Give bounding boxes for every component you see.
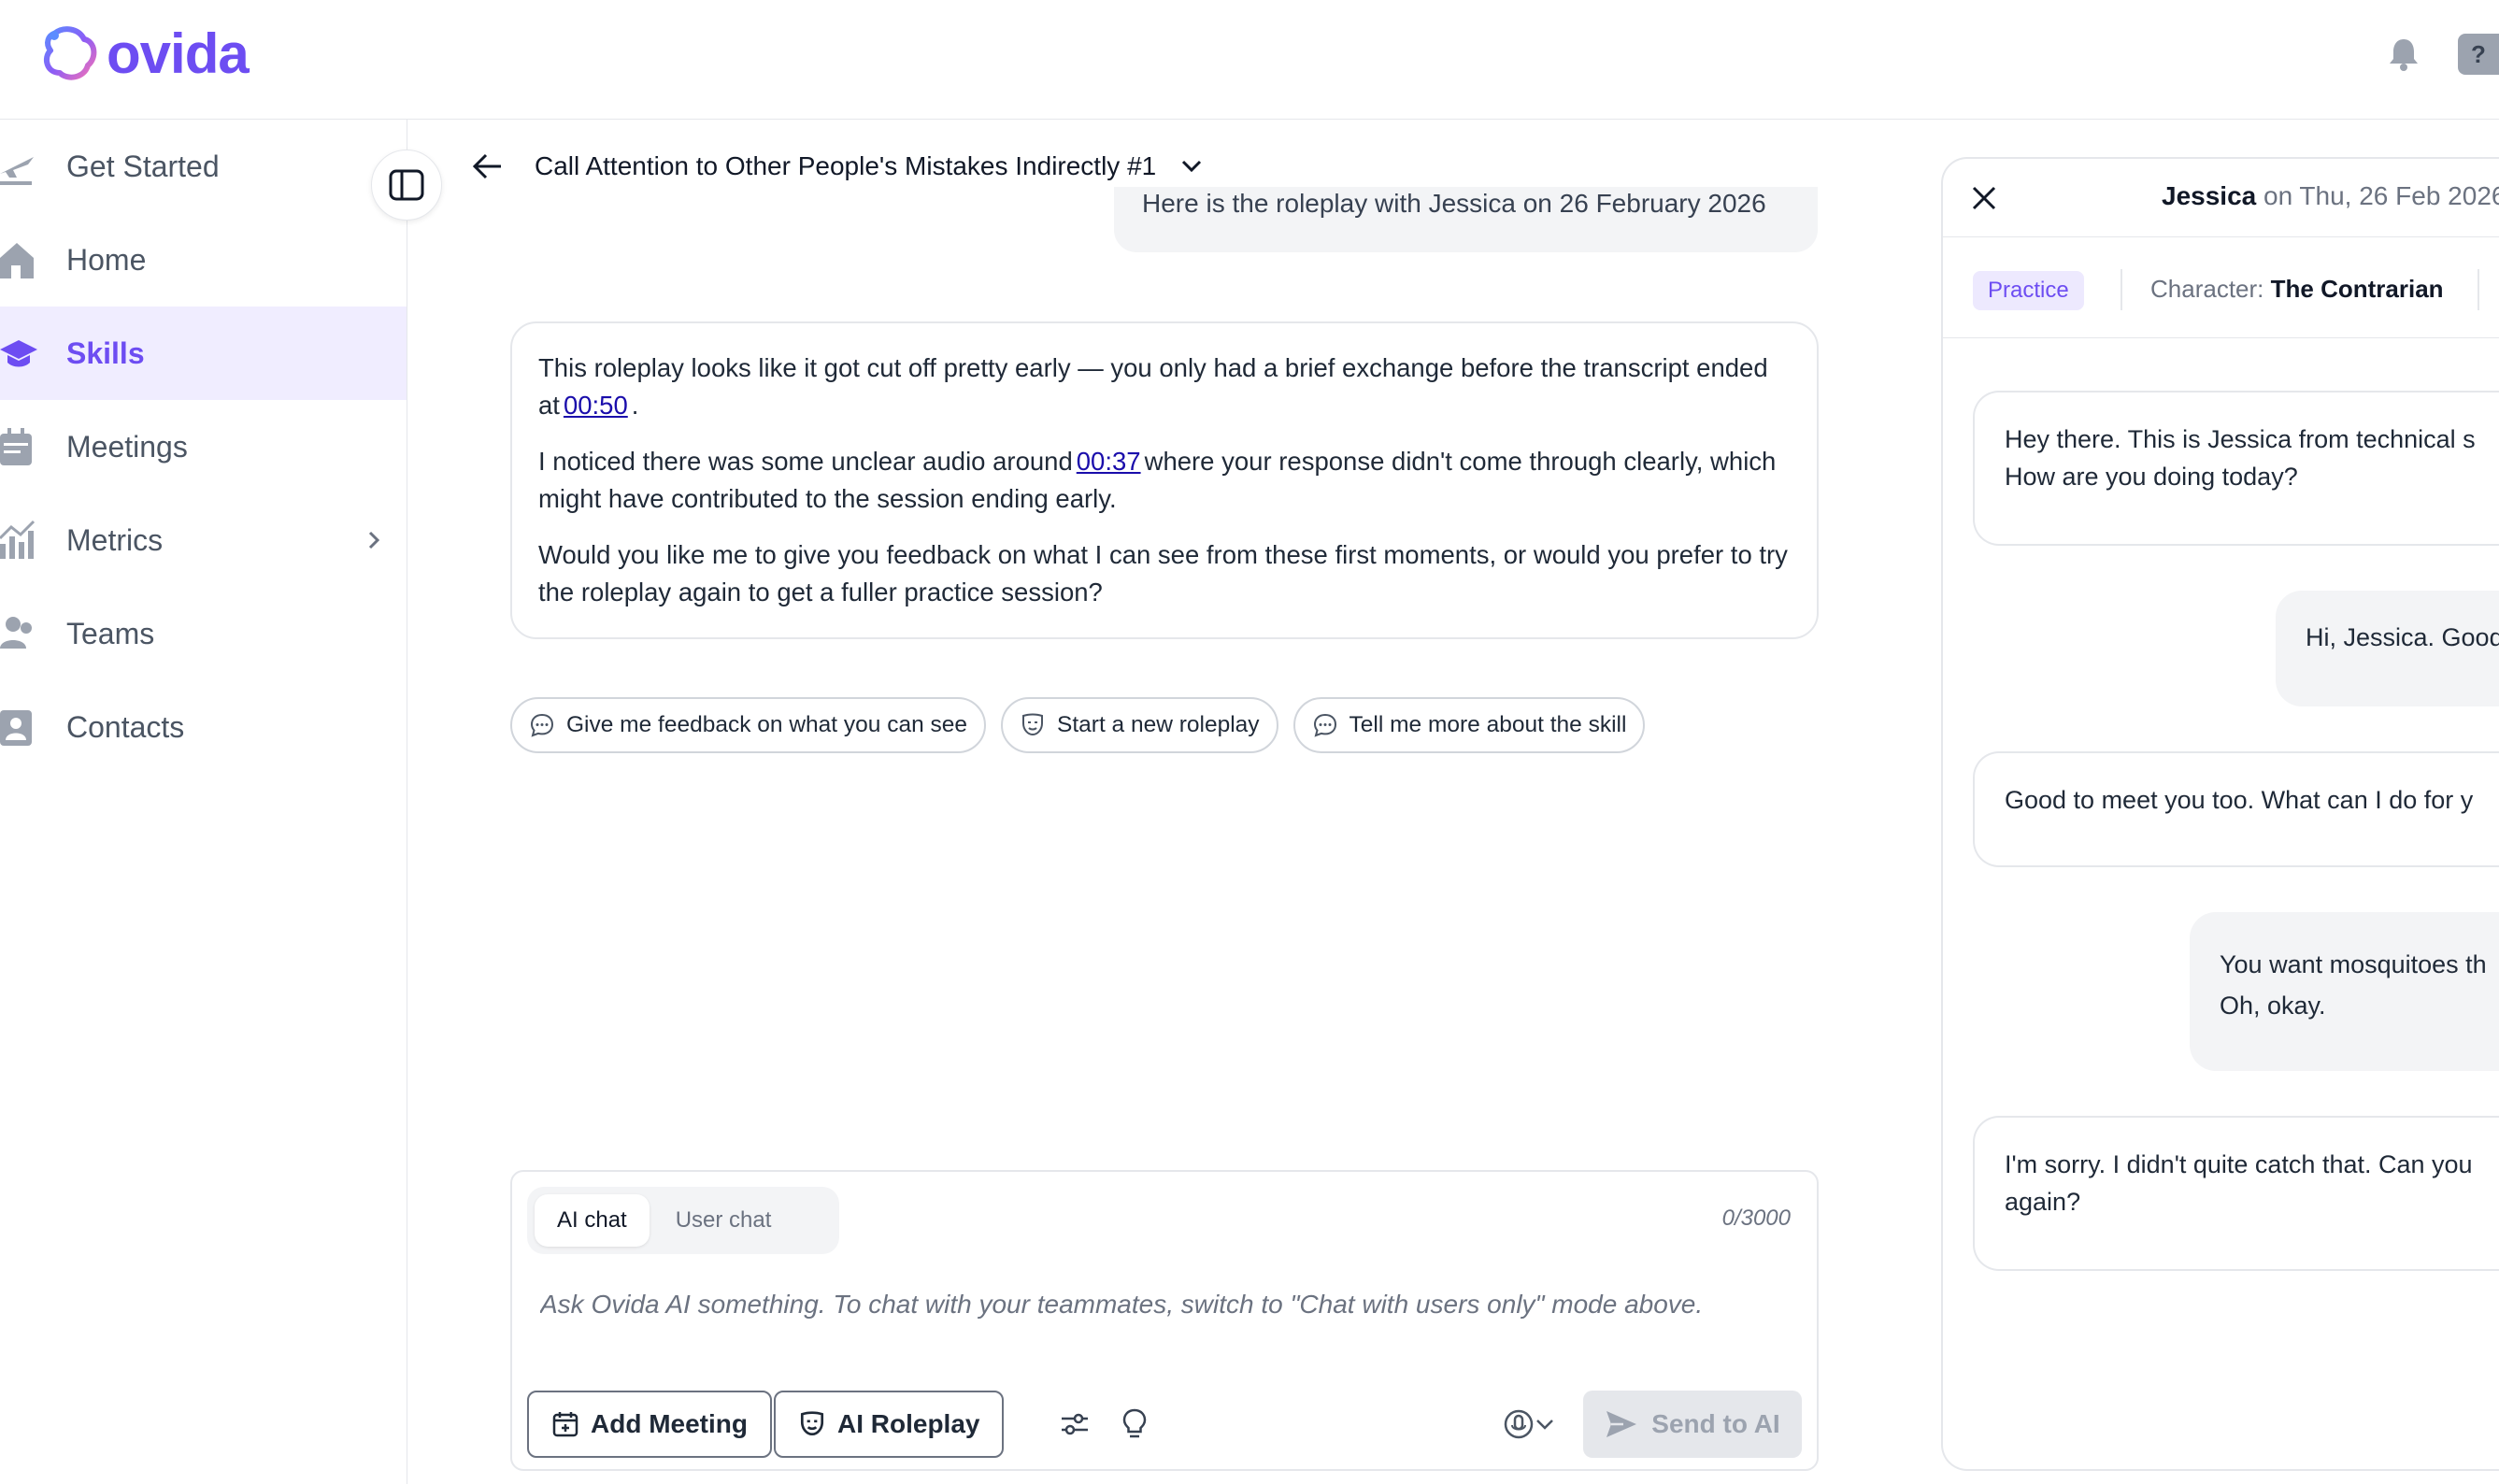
meta-divider — [2121, 269, 2122, 310]
sidebar-item-label: Get Started — [66, 149, 220, 183]
voice-input-dropdown[interactable] — [1493, 1406, 1564, 1443]
transcript-message: I'm sorry. I didn't quite catch that. Ca… — [1973, 1116, 2499, 1271]
plane-icon — [0, 157, 34, 185]
previous-message-bubble: Here is the roleplay with Jessica on 26 … — [1114, 187, 1818, 252]
previous-message-text: Here is the roleplay with Jessica on 26 … — [1142, 189, 1766, 218]
chevron-right-icon — [368, 531, 380, 549]
brand-name: ovida — [107, 22, 250, 85]
close-icon[interactable] — [1967, 181, 2001, 215]
sidebar-item-home[interactable]: Home — [0, 213, 407, 307]
lightbulb-icon[interactable] — [1116, 1406, 1153, 1443]
transcript-panel: Jessica on Thu, 26 Feb 2026 Practice Cha… — [1941, 157, 2499, 1471]
users-icon — [0, 617, 32, 649]
ai-message-paragraph: I noticed there was some unclear audio a… — [538, 447, 1777, 513]
conversation-title[interactable]: Call Attention to Other People's Mistake… — [535, 151, 1156, 181]
chat-mode-toggle: AI chat User chat — [527, 1187, 839, 1254]
sidebar-item-meetings[interactable]: Meetings — [0, 400, 407, 493]
timestamp-link-0037[interactable]: 00:37 — [1077, 447, 1141, 476]
sidebar: Get Started Home Skills Meetings Metrics… — [0, 120, 407, 1484]
chat-bubble-icon — [1313, 713, 1336, 737]
theater-mask-icon — [800, 1411, 824, 1436]
sidebar-item-contacts[interactable]: Contacts — [0, 680, 407, 774]
notifications-bell-icon[interactable] — [2383, 34, 2424, 75]
suggestion-skill-info-button[interactable]: Tell me more about the skill — [1292, 697, 1646, 753]
sidebar-item-skills[interactable]: Skills — [0, 307, 407, 400]
send-icon — [1606, 1411, 1637, 1437]
sidebar-item-get-started[interactable]: Get Started — [0, 120, 407, 213]
sidebar-item-label: Teams — [66, 616, 155, 650]
message-input[interactable] — [540, 1277, 1792, 1333]
ai-message: This roleplay looks like it got cut off … — [510, 321, 1819, 639]
settings-sliders-icon[interactable] — [1056, 1406, 1093, 1443]
back-arrow-icon[interactable] — [467, 146, 508, 187]
practice-badge: Practice — [1973, 271, 2084, 310]
chat-bubble-icon — [530, 713, 554, 737]
calendar-icon — [0, 428, 32, 465]
add-meeting-button[interactable]: Add Meeting — [527, 1391, 772, 1458]
ai-chat-tab[interactable]: AI chat — [535, 1194, 650, 1247]
sidebar-item-label: Metrics — [66, 522, 164, 557]
chevron-down-icon — [1536, 1420, 1553, 1430]
ai-message-paragraph: This roleplay looks like it got cut off … — [538, 353, 1768, 420]
sidebar-item-label: Home — [66, 242, 147, 277]
send-to-ai-button[interactable]: Send to AI — [1583, 1391, 1802, 1458]
sidebar-item-label: Meetings — [66, 429, 188, 464]
sidebar-item-label: Contacts — [66, 709, 185, 744]
ai-message-paragraph: Would you like me to give you feedback o… — [538, 540, 1788, 606]
transcript-header: Jessica on Thu, 26 Feb 2026 — [1943, 159, 2499, 237]
sidebar-item-metrics[interactable]: Metrics — [0, 493, 407, 587]
character-info: Character: The Contrarian — [2150, 275, 2444, 303]
suggestion-chips: Give me feedback on what you can see Sta… — [510, 697, 1646, 753]
sidebar-item-label: Skills — [66, 335, 145, 370]
timestamp-link-0050[interactable]: 00:50 — [564, 391, 628, 420]
transcript-message: You want mosquitoes th Oh, okay. — [2190, 912, 2499, 1071]
transcript-message: Hey there. This is Jessica from technica… — [1973, 391, 2499, 546]
graduation-cap-icon — [0, 340, 37, 367]
home-icon — [0, 243, 34, 278]
user-chat-tab[interactable]: User chat — [653, 1194, 794, 1247]
transcript-person-name: Jessica — [2162, 181, 2257, 210]
help-icon[interactable]: ? — [2458, 34, 2499, 75]
theater-mask-icon — [1022, 713, 1044, 736]
top-bar: ovida ? — [0, 0, 2499, 120]
suggestion-new-roleplay-button[interactable]: Start a new roleplay — [1001, 697, 1278, 753]
character-counter: 0/3000 — [1721, 1206, 1791, 1231]
message-composer: AI chat User chat 0/3000 Add Meeting AI … — [510, 1170, 1819, 1471]
chevron-down-icon[interactable] — [1177, 151, 1207, 181]
transcript-date: on Thu, 26 Feb 2026 — [2263, 181, 2499, 210]
transcript-message: Hi, Jessica. Good — [2276, 591, 2499, 706]
contact-card-icon — [0, 710, 32, 746]
transcript-title: Jessica on Thu, 26 Feb 2026 — [2162, 181, 2499, 211]
meta-divider — [2478, 269, 2479, 310]
sidebar-item-teams[interactable]: Teams — [0, 587, 407, 680]
ovida-logo-icon — [43, 26, 97, 80]
sidebar-toggle-icon — [389, 169, 424, 201]
transcript-message: Good to meet you too. What can I do for … — [1973, 751, 2499, 867]
ai-roleplay-button[interactable]: AI Roleplay — [774, 1391, 1005, 1458]
suggestion-feedback-button[interactable]: Give me feedback on what you can see — [510, 697, 987, 753]
conversation-header: Call Attention to Other People's Mistake… — [467, 140, 1207, 193]
collapse-sidebar-button[interactable] — [371, 150, 442, 221]
chart-icon — [0, 520, 36, 559]
microphone-icon — [1504, 1409, 1534, 1439]
calendar-add-icon — [552, 1412, 578, 1437]
logo[interactable]: ovida — [41, 22, 250, 85]
